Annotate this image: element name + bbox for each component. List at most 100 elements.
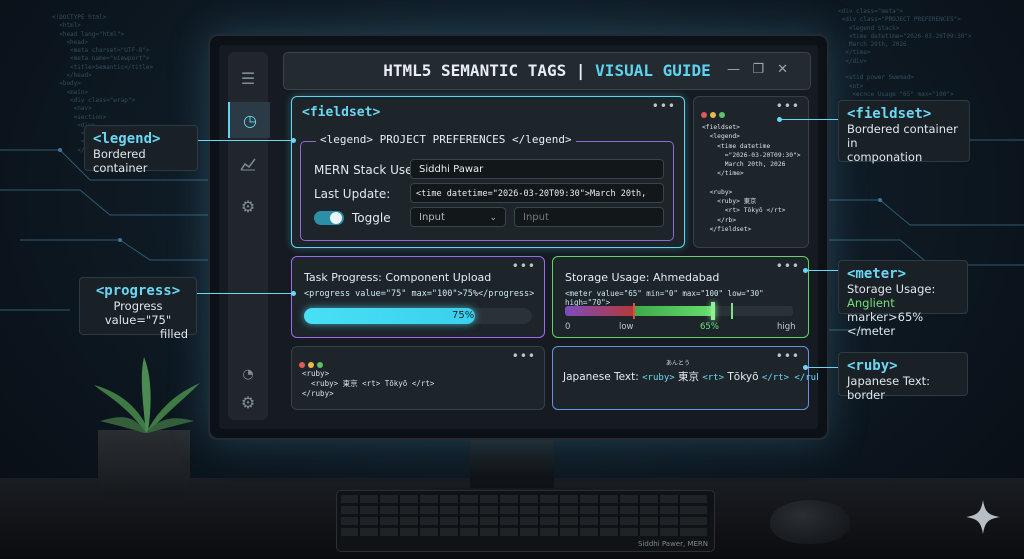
progress-bar: 75% xyxy=(304,308,532,324)
monitor: ☰ ◷ ⚙ ◔ ⚙ HTML5 SEMANTIC TAGS | VISUAL G… xyxy=(208,34,829,440)
meter-tick-low: low xyxy=(619,322,634,332)
meter-code: <meter value="65" min="0" max="100" low=… xyxy=(565,289,764,307)
meter-low-marker xyxy=(633,303,635,319)
chart-icon[interactable] xyxy=(228,146,268,182)
toggle-switch[interactable] xyxy=(314,211,344,225)
progress-callout-text1: Progress value="75" xyxy=(104,299,172,327)
meter-callout-text1b: Anglient xyxy=(847,296,895,310)
progress-callout-text2: filled xyxy=(159,327,188,341)
meter-callout-line xyxy=(806,270,838,271)
minimize-icon[interactable]: — xyxy=(727,62,740,77)
user-input[interactable]: Siddhi Pawar xyxy=(410,159,664,179)
close-icon[interactable]: ✕ xyxy=(777,62,788,77)
legend-callout-line xyxy=(198,140,293,141)
meter-callout-line1: Storage Usage: Anglient xyxy=(847,282,959,310)
meter-panel: Storage Usage: Ahmedabad ••• <meter valu… xyxy=(552,256,809,338)
ruby-label: Japanese Text: xyxy=(563,371,639,383)
title-accent: VISUAL GUIDE xyxy=(595,61,711,80)
update-input[interactable]: <time datetime="2026-03-20T09:30">March … xyxy=(410,183,664,219)
user-label: MERN Stack User: xyxy=(314,163,422,177)
more-icon[interactable]: ••• xyxy=(776,99,800,113)
fieldset-callout-heading: <fieldset> xyxy=(847,106,932,122)
ruby-romaji: Tōkyō xyxy=(727,371,759,383)
ruby-callout: <ruby> Japanese Text: border xyxy=(838,352,968,402)
meter-high-marker xyxy=(731,303,733,319)
progress-panel: Task Progress: Component Upload ••• <pro… xyxy=(291,256,545,338)
input-select[interactable]: Input ⌄ xyxy=(410,207,506,227)
progress-code: <progress value="75" max="100">75%</prog… xyxy=(304,289,535,299)
meter-title: Storage Usage: Ahmedabad xyxy=(565,271,720,284)
progress-callout-heading: <progress> xyxy=(95,283,181,299)
ruby-callout-line xyxy=(806,367,838,368)
meter-callout: <meter> Storage Usage: Anglient marker>6… xyxy=(838,260,968,338)
more-icon[interactable]: ••• xyxy=(512,259,536,273)
fieldset-callout-text2: componation xyxy=(847,150,923,164)
legend-callout: <legend> Bordered container xyxy=(84,125,198,175)
chevron-down-icon: ⌄ xyxy=(489,213,497,223)
sidebar: ☰ ◷ ⚙ ◔ ⚙ xyxy=(228,52,270,420)
maximize-icon[interactable]: ❐ xyxy=(752,62,764,77)
meter-bar xyxy=(565,306,793,316)
sparkle-icon xyxy=(966,500,1000,534)
ruby-kanji: 東京 xyxy=(678,371,699,383)
settings-gear-icon[interactable]: ⚙ xyxy=(228,384,268,420)
plant-pot xyxy=(98,430,190,500)
progress-value-label: 75% xyxy=(452,310,475,321)
ruby-line: Japanese Text: <ruby> 東京 <rt> Tōkyō </rt… xyxy=(563,369,818,384)
ruby-code-block: <ruby> <ruby> 東京 <rt> Tōkyō </rt> </ruby> xyxy=(302,369,435,398)
meter-tick-high: high xyxy=(777,322,796,332)
more-icon[interactable]: ••• xyxy=(652,99,676,113)
toggle-label: Toggle xyxy=(352,211,391,225)
title-bar: HTML5 SEMANTIC TAGS | VISUAL GUIDE — ❐ ✕ xyxy=(283,52,811,90)
mouse xyxy=(770,500,850,544)
rt-open-tag: <rt> xyxy=(702,373,725,383)
meter-tick-0: 0 xyxy=(565,322,571,332)
progress-fill xyxy=(304,308,475,324)
app-window: ☰ ◷ ⚙ ◔ ⚙ HTML5 SEMANTIC TAGS | VISUAL G… xyxy=(219,45,818,429)
more-icon[interactable]: ••• xyxy=(512,349,536,363)
menu-icon[interactable]: ☰ xyxy=(228,60,268,96)
fieldset-panel: <fieldset> ••• <legend> PROJECT PREFEREN… xyxy=(291,96,685,248)
monitor-stand xyxy=(470,436,554,494)
ruby-furigana: あんとう xyxy=(666,360,691,367)
meter-callout-text2: marker>65%</meter xyxy=(847,310,924,338)
legend-text: <legend> PROJECT PREFERENCES </legend> xyxy=(316,133,576,146)
window-dots xyxy=(701,103,728,122)
keyboard-caption: Siddhi Pawer, MERN xyxy=(638,540,708,548)
more-icon[interactable]: ••• xyxy=(776,259,800,273)
meter-low-zone xyxy=(565,306,634,316)
ruby-open-tag: <ruby> xyxy=(642,373,675,383)
clock-icon[interactable]: ◷ xyxy=(228,102,270,138)
ruby-panel: ••• あんとう Japanese Text: <ruby> 東京 <rt> T… xyxy=(552,346,818,410)
keyboard: Siddhi Pawer, MERN xyxy=(336,490,715,552)
fieldset-heading: <fieldset> xyxy=(302,105,381,120)
progress-callout-line xyxy=(197,293,293,294)
fieldset-callout: <fieldset> Bordered container in compona… xyxy=(838,100,970,164)
meter-callout-text1a: Storage Usage: xyxy=(847,282,936,296)
fieldset-callout-dot xyxy=(777,117,782,122)
input-field[interactable]: Input xyxy=(514,207,664,227)
keyboard-keys xyxy=(341,495,707,536)
ruby-close-tag: </rt> </ruby> xyxy=(761,373,818,383)
gear-icon[interactable]: ⚙ xyxy=(228,188,268,224)
fieldset-callout-line xyxy=(780,119,838,120)
ruby-code-panel: ••• <ruby> <ruby> 東京 <rt> Tōkyō </rt> </r… xyxy=(291,346,545,410)
meter-tick-value: 65% xyxy=(700,322,719,332)
progress-title: Task Progress: Component Upload xyxy=(304,271,492,284)
more-icon[interactable]: ••• xyxy=(776,349,800,363)
meter-callout-dot xyxy=(803,268,808,273)
meter-fill xyxy=(633,306,714,316)
legend-callout-dot xyxy=(291,138,296,143)
legend-callout-text: Bordered container xyxy=(93,147,148,175)
fieldset-code-block: <fieldset> <legend> <time datetime ="202… xyxy=(702,124,801,233)
select-value: Input xyxy=(419,212,445,223)
progress-callout: <progress> Progress value="75" filled xyxy=(79,277,197,341)
meter-callout-heading: <meter> xyxy=(847,266,907,282)
update-label: Last Update: xyxy=(314,187,391,201)
legend-callout-heading: <legend> xyxy=(93,131,161,147)
title-main: HTML5 SEMANTIC TAGS | xyxy=(383,61,586,80)
ruby-callout-heading: <ruby> xyxy=(847,358,898,374)
toggle-knob xyxy=(330,212,342,224)
progress-callout-dot xyxy=(291,291,296,296)
ruby-callout-dot xyxy=(803,365,808,370)
